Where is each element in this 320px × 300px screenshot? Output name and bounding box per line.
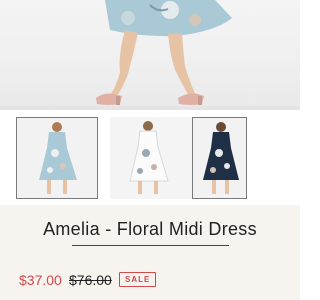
product-info-panel: Amelia - Floral Midi Dress $37.00 $76.00… xyxy=(0,205,300,300)
original-price: $76.00 xyxy=(69,272,112,288)
hero-photo xyxy=(0,0,300,110)
thumbnail-photo xyxy=(17,118,97,198)
thumbnail-gallery xyxy=(0,110,300,204)
product-hero-image[interactable] xyxy=(0,0,300,110)
title-underline xyxy=(72,245,229,246)
sale-badge: SALE xyxy=(119,272,157,287)
thumbnail-white-floral[interactable] xyxy=(110,117,192,199)
thumbnail-photo xyxy=(110,117,192,199)
sale-price: $37.00 xyxy=(19,272,62,288)
thumbnail-photo xyxy=(193,118,246,198)
thumbnail-navy-floral[interactable] xyxy=(192,117,247,199)
product-title: Amelia - Floral Midi Dress xyxy=(43,219,257,239)
thumbnail-blue-floral[interactable] xyxy=(16,117,98,199)
